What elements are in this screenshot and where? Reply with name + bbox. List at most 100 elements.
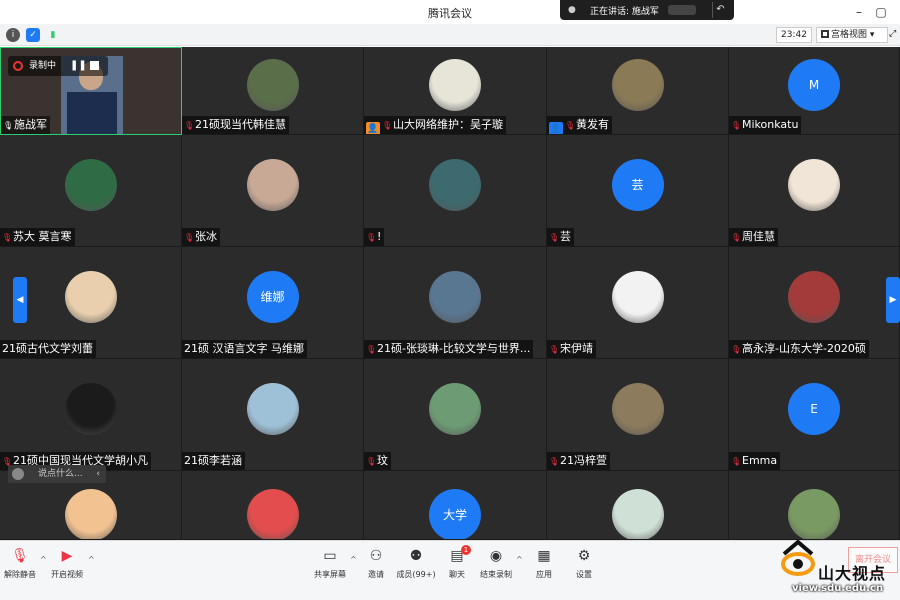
apps-label: 应用	[536, 570, 552, 579]
maximize-button[interactable]: ▢	[872, 3, 890, 21]
avatar	[611, 270, 664, 323]
watermark-logo: 山大视点 view.sdu.edu.cn	[778, 536, 898, 596]
participant-name: 宋伊靖	[560, 342, 593, 355]
share-screen-button[interactable]: ▭ 共享屏幕	[310, 547, 350, 580]
participant-name: Emma	[742, 454, 778, 467]
avatar: 大学	[429, 489, 481, 539]
participant-tile[interactable]: 🎙!	[364, 135, 547, 247]
view-mode-label: 宫格视图	[831, 30, 868, 40]
participant-tile[interactable]	[547, 471, 729, 540]
chat-label: 聊天	[449, 570, 465, 579]
participant-tile[interactable]	[182, 471, 364, 540]
participant-name: 21硕古代文学刘蕾	[2, 342, 93, 355]
next-page-arrow-icon[interactable]: ▶	[886, 277, 900, 323]
avatar	[788, 489, 840, 539]
participant-tile[interactable]: 🎙苏大 莫言寒	[0, 135, 182, 247]
participant-tile[interactable]: 🎙宋伊靖	[547, 247, 729, 359]
minimize-button[interactable]: –	[850, 3, 868, 21]
avatar	[611, 382, 664, 435]
participant-tile[interactable]: 🎙21冯梓萱	[547, 359, 729, 471]
chat-input[interactable]: 说点什么... ‹	[8, 465, 106, 483]
info-icon[interactable]: i	[6, 28, 20, 42]
mic-muted-icon: 🎙	[731, 345, 742, 354]
speaking-label: 正在讲话: 施战军	[590, 7, 659, 17]
participant-tile[interactable]: 🎙周佳慧	[729, 135, 900, 247]
host-icon: 👤	[366, 122, 380, 134]
avatar	[246, 489, 299, 539]
mic-options-chevron-icon[interactable]: ^	[40, 555, 47, 564]
participant-tile[interactable]: 👤 🎙黄发有	[547, 47, 729, 135]
share-screen-icon: ▭	[323, 548, 337, 564]
participant-name-bar: 🎙!	[364, 228, 385, 246]
participant-tile[interactable]: E 🎙Emma	[729, 359, 900, 471]
record-options-chevron-icon[interactable]: ^	[516, 555, 523, 564]
members-icon: ⚉	[409, 548, 423, 564]
participant-tile[interactable]: 维娜 21硕 汉语言文字 马维娜	[182, 247, 364, 359]
stop-icon[interactable]	[90, 61, 99, 70]
chat-button[interactable]: ▤ 1 聊天	[437, 545, 477, 580]
mic-muted-icon: 🎙	[2, 233, 13, 242]
mic-icon: 🎙	[3, 121, 14, 130]
view-mode-select[interactable]: 宫格视图 ▾	[816, 27, 888, 43]
bottom-toolbar: 🎙 解除静音 ^ ▶ 开启视频 ^ ▭ 共享屏幕 ^ ⚇ 邀请 ⚉ 成员(99+…	[0, 540, 900, 600]
mic-muted-icon: 🎙	[549, 457, 560, 466]
participant-name-bar: 👤 🎙黄发有	[547, 116, 612, 134]
speaker-avatar-icon: ●	[568, 5, 576, 15]
start-video-button[interactable]: ▶ 开启视频	[47, 547, 87, 580]
apps-button[interactable]: ▦ 应用	[524, 547, 564, 580]
settings-label: 设置	[576, 570, 592, 579]
invite-button[interactable]: ⚇ 邀请	[356, 547, 396, 580]
watermark-url: view.sdu.edu.cn	[792, 583, 884, 594]
participant-tile[interactable]: 21硕古代文学刘蕾	[0, 247, 182, 359]
participant-tile[interactable]: 🎙张冰	[182, 135, 364, 247]
participant-tile[interactable]: 大学	[364, 471, 547, 540]
shield-icon[interactable]: ✓	[26, 28, 40, 42]
participant-tile[interactable]: 21硕李若涵	[182, 359, 364, 471]
speaking-volume-icon	[668, 5, 696, 15]
settings-button[interactable]: ⚙ 设置	[564, 547, 604, 580]
participant-tile[interactable]: 芸 🎙芸	[547, 135, 729, 247]
video-options-chevron-icon[interactable]: ^	[88, 555, 95, 564]
avatar	[611, 58, 664, 111]
participant-name-bar: 🎙宋伊靖	[547, 340, 596, 358]
unmute-label: 解除静音	[4, 570, 36, 579]
previous-page-arrow-icon[interactable]: ◀	[13, 277, 27, 323]
stop-recording-button[interactable]: ◉ 结束录制	[476, 547, 516, 580]
participant-tile[interactable]: 🎙21硕中国现当代文学胡小凡	[0, 359, 182, 471]
camera-off-icon: ▶	[61, 548, 73, 564]
participant-name-bar: 🎙周佳慧	[729, 228, 778, 246]
participant-name: 21硕-张琰琳-比较文学与世界...	[377, 342, 531, 355]
participant-name: 施战军	[14, 118, 47, 131]
participant-tile[interactable]: 🎙玟	[364, 359, 547, 471]
apps-icon: ▦	[537, 548, 551, 564]
emoji-icon[interactable]	[12, 468, 24, 480]
mic-muted-icon: 🎙	[549, 345, 560, 354]
participant-name-bar: 🎙芸	[547, 228, 574, 246]
participant-tile[interactable]: 🎙21硕-张琰琳-比较文学与世界...	[364, 247, 547, 359]
signal-icon[interactable]: ▮	[46, 28, 60, 42]
members-button[interactable]: ⚉ 成员(99+)	[396, 547, 436, 580]
participant-name-bar: 🎙Mikonkatu	[729, 116, 802, 134]
avatar	[429, 158, 481, 211]
collapse-icon[interactable]: ↶	[712, 2, 728, 18]
participant-tile[interactable]: 👤 🎙山大网络维护：吴子璇	[364, 47, 547, 135]
participant-name-bar: 🎙21硕-张琰琳-比较文学与世界...	[364, 340, 534, 358]
pause-icon[interactable]: ❚❚	[70, 56, 87, 76]
avatar	[429, 270, 481, 323]
participant-name: 高永淳-山东大学-2020硕	[742, 342, 866, 355]
chevron-left-icon[interactable]: ‹	[96, 465, 100, 483]
participant-name: 周佳慧	[742, 230, 775, 243]
unmute-button[interactable]: 🎙 解除静音	[0, 547, 40, 580]
share-label: 共享屏幕	[314, 570, 346, 579]
participant-name-bar: 🎙玟	[364, 452, 391, 470]
participant-tile[interactable]: 🎙高永淳-山东大学-2020硕	[729, 247, 900, 359]
participant-tile[interactable]: 录制中 ❚❚ 🎙施战军	[0, 47, 182, 135]
avatar	[246, 58, 299, 111]
participant-tile[interactable]	[729, 471, 900, 540]
fullscreen-icon[interactable]: ⤢	[889, 29, 899, 41]
avatar	[788, 270, 840, 323]
avatar	[429, 58, 481, 111]
participant-tile[interactable]: M 🎙Mikonkatu	[729, 47, 900, 135]
participant-name: 21硕现当代韩佳慧	[195, 118, 286, 131]
participant-tile[interactable]: 🎙21硕现当代韩佳慧	[182, 47, 364, 135]
